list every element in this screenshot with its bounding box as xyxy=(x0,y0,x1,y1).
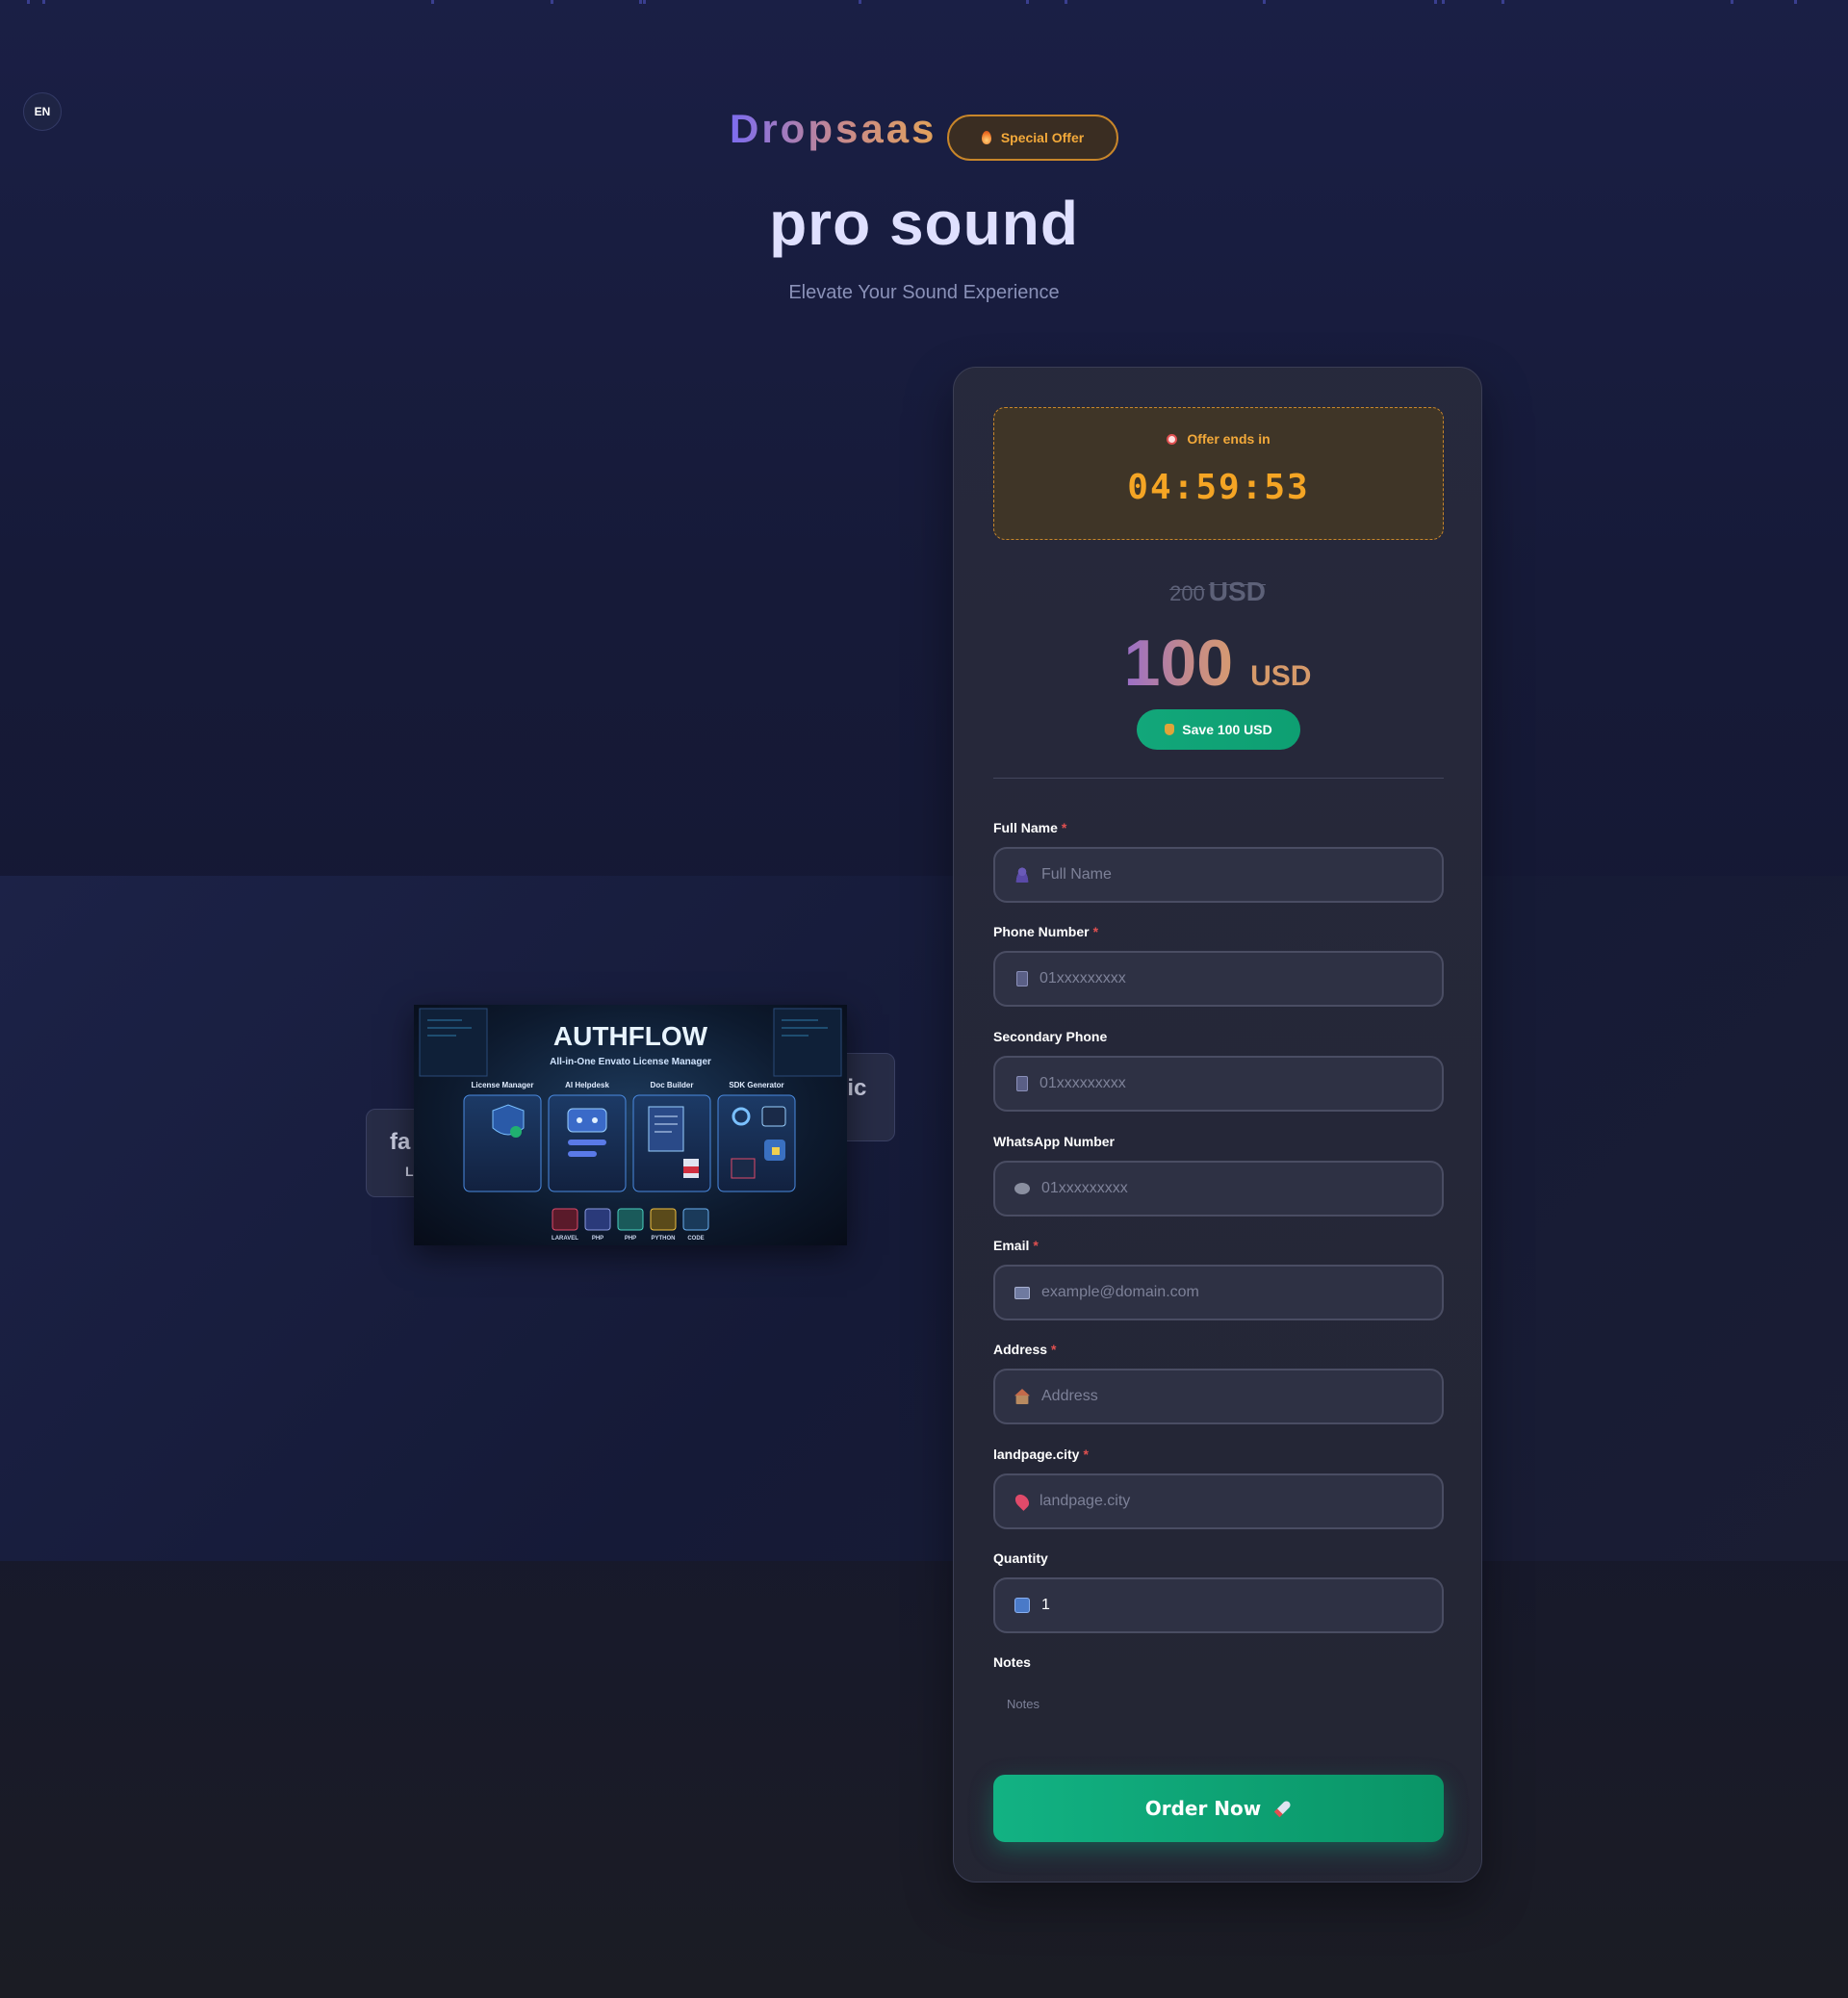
numbers-icon xyxy=(1014,1598,1030,1613)
whatsapp-label: WhatsApp Number xyxy=(993,1134,1115,1149)
phone-input[interactable] xyxy=(1040,970,1442,987)
quantity-label: Quantity xyxy=(993,1550,1048,1566)
email-input-wrap xyxy=(993,1265,1444,1320)
special-offer-label: Special Offer xyxy=(1000,130,1085,145)
secondary-phone-label: Secondary Phone xyxy=(993,1029,1108,1044)
secondary-phone-field: Secondary Phone xyxy=(993,1029,1444,1112)
notes-label: Notes xyxy=(993,1654,1031,1670)
fire-icon xyxy=(981,131,991,144)
tech-label: PYTHON xyxy=(651,1236,675,1242)
address-label: Address * xyxy=(993,1342,1057,1357)
email-field: Email * xyxy=(993,1238,1444,1320)
address-input-wrap xyxy=(993,1369,1444,1424)
full-name-field: Full Name * xyxy=(993,820,1444,903)
house-icon xyxy=(1014,1389,1030,1404)
email-icon xyxy=(1014,1286,1030,1299)
phone-icon xyxy=(1016,971,1028,986)
old-price: 200 USD xyxy=(954,576,1481,607)
brand-row: Dropsaas Special Offer xyxy=(0,106,1848,164)
secondary-phone-input-wrap xyxy=(993,1056,1444,1112)
countdown-box: Offer ends in 04:59:53 xyxy=(993,407,1444,540)
order-card: Offer ends in 04:59:53 200 USD 100 USD Sav… xyxy=(953,367,1482,1883)
feature-label: AI Helpdesk xyxy=(565,1081,609,1089)
quantity-input-wrap xyxy=(993,1577,1444,1633)
city-label: landpage.city * xyxy=(993,1447,1089,1462)
price-amount: 100 xyxy=(1123,627,1234,700)
full-name-label: Full Name * xyxy=(993,820,1067,835)
countdown-timer: 04:59:53 xyxy=(1127,468,1310,507)
background-band xyxy=(0,876,1848,1561)
chat-bubble-icon xyxy=(1014,1183,1030,1194)
order-now-button[interactable]: Order Now xyxy=(993,1775,1444,1842)
phone-label: Phone Number * xyxy=(993,924,1099,939)
product-image-graphic: AUTHFLOW All-in-One Envato License Manag… xyxy=(419,1008,842,1242)
quantity-field: Quantity xyxy=(993,1550,1444,1633)
tech-label: PHP xyxy=(592,1236,603,1242)
full-name-input-wrap xyxy=(993,847,1444,903)
user-icon xyxy=(1014,867,1030,883)
notes-input[interactable] xyxy=(993,1681,1444,1735)
brand-logo[interactable]: Dropsaas xyxy=(730,106,937,152)
phone-input-wrap xyxy=(993,951,1444,1007)
email-input[interactable] xyxy=(1041,1284,1442,1301)
countdown-label-text: Offer ends in xyxy=(1187,431,1270,447)
quantity-input[interactable] xyxy=(1041,1597,1442,1614)
special-offer-badge: Special Offer xyxy=(947,115,1118,161)
notes-field: Notes xyxy=(993,1654,1444,1740)
money-bag-icon xyxy=(1165,724,1175,735)
whatsapp-input[interactable] xyxy=(1041,1180,1442,1197)
secondary-phone-input[interactable] xyxy=(1040,1075,1442,1092)
product-gallery: fa L sic AUTHFLOW All-in-One Envato Lice… xyxy=(366,1001,905,1251)
product-subtitle: Elevate Your Sound Experience xyxy=(788,282,1060,303)
city-input[interactable] xyxy=(1040,1493,1442,1510)
full-name-input[interactable] xyxy=(1041,866,1442,884)
phone-icon xyxy=(1016,1076,1028,1091)
divider xyxy=(993,778,1444,779)
rocket-icon xyxy=(1274,1799,1293,1818)
city-field: landpage.city * xyxy=(993,1447,1444,1529)
current-price: 100 USD xyxy=(954,626,1481,701)
product-image-title: AUTHFLOW xyxy=(553,1021,708,1051)
product-image[interactable]: AUTHFLOW All-in-One Envato License Manag… xyxy=(414,1005,847,1245)
feature-label: Doc Builder xyxy=(651,1081,694,1089)
price-currency: USD xyxy=(1250,660,1312,692)
whatsapp-input-wrap xyxy=(993,1161,1444,1217)
savings-label: Save 100 USD xyxy=(1182,722,1272,737)
tech-label: LARAVEL xyxy=(552,1236,578,1242)
city-input-wrap xyxy=(993,1473,1444,1529)
top-decoration xyxy=(0,0,1848,6)
old-price-amount: 200 xyxy=(1169,581,1205,605)
old-price-currency: USD xyxy=(1208,576,1266,606)
countdown-label: Offer ends in xyxy=(994,431,1443,447)
location-pin-icon xyxy=(1013,1492,1032,1511)
alarm-clock-icon xyxy=(1167,434,1178,445)
feature-label: SDK Generator xyxy=(729,1081,783,1089)
tech-label: CODE xyxy=(687,1236,704,1242)
phone-field: Phone Number * xyxy=(993,924,1444,1007)
feature-label: License Manager xyxy=(472,1081,534,1089)
address-field: Address * xyxy=(993,1342,1444,1424)
product-title: pro sound xyxy=(769,189,1079,258)
tech-label: PHP xyxy=(625,1236,636,1242)
whatsapp-field: WhatsApp Number xyxy=(993,1134,1444,1217)
savings-badge: Save 100 USD xyxy=(1137,709,1300,750)
email-label: Email * xyxy=(993,1238,1039,1253)
product-image-subtitle: All-in-One Envato License Manager xyxy=(550,1057,711,1067)
address-input[interactable] xyxy=(1041,1388,1442,1405)
order-now-label: Order Now xyxy=(1144,1797,1262,1820)
